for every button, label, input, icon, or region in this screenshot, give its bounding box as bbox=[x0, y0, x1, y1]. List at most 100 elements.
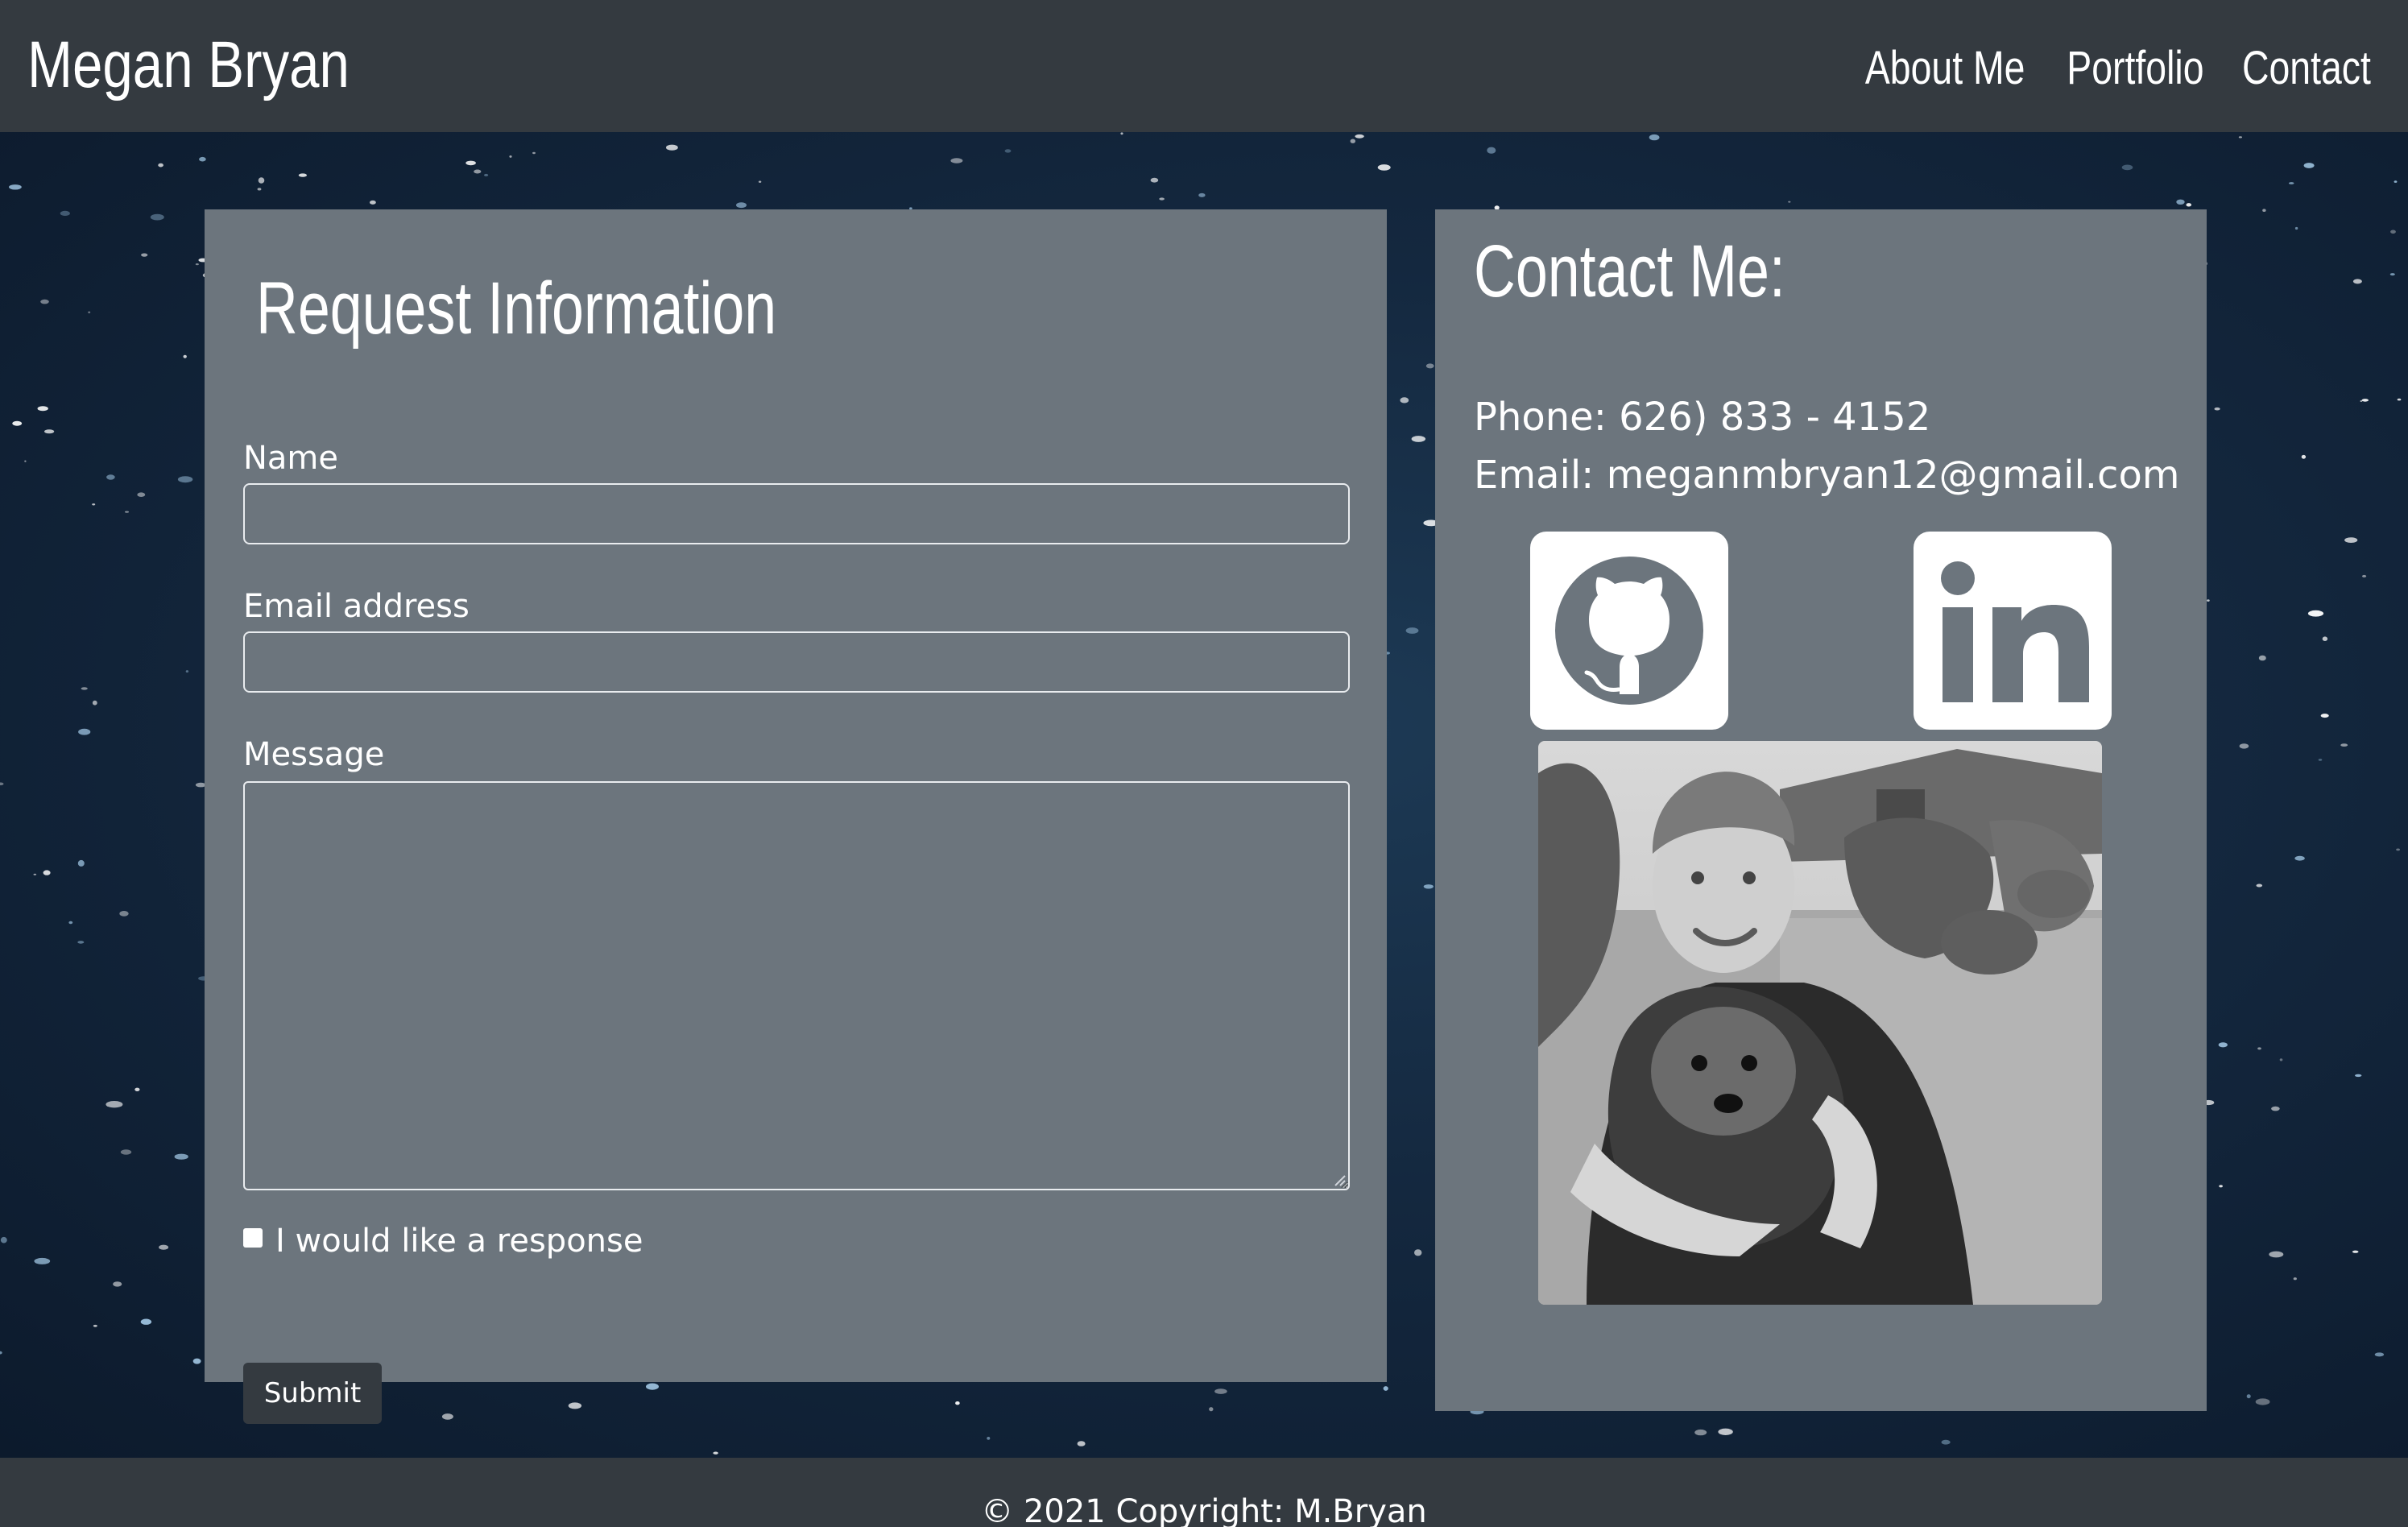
star bbox=[987, 1437, 991, 1440]
contact-email[interactable]: Email: meganmbryan12@gmail.com bbox=[1474, 453, 2180, 498]
email-input[interactable] bbox=[243, 631, 1350, 693]
message-label: Message bbox=[243, 736, 385, 773]
star bbox=[2257, 1047, 2261, 1050]
star bbox=[158, 163, 163, 168]
star bbox=[140, 1318, 152, 1325]
star bbox=[2318, 759, 2323, 761]
star bbox=[2344, 537, 2358, 543]
star bbox=[1355, 134, 1364, 139]
star bbox=[177, 476, 193, 483]
message-textarea[interactable] bbox=[243, 781, 1350, 1190]
star bbox=[0, 1236, 7, 1244]
star bbox=[119, 911, 129, 917]
nav-contact[interactable]: Contact bbox=[2242, 41, 2371, 95]
star bbox=[1425, 363, 1434, 369]
form-title: Request Information bbox=[256, 267, 777, 350]
star bbox=[509, 155, 512, 158]
star bbox=[474, 169, 482, 174]
nav-about-me[interactable]: About Me bbox=[1865, 41, 2025, 95]
star bbox=[1377, 164, 1391, 171]
linkedin-link[interactable] bbox=[1914, 532, 2112, 730]
star bbox=[2288, 182, 2294, 184]
star bbox=[92, 503, 96, 506]
star bbox=[2303, 163, 2315, 168]
star bbox=[646, 1383, 659, 1390]
star bbox=[68, 921, 73, 925]
star bbox=[174, 1153, 188, 1160]
star bbox=[34, 1257, 51, 1264]
star bbox=[1159, 197, 1165, 201]
response-checkbox-label: I would like a response bbox=[275, 1223, 643, 1260]
star bbox=[43, 870, 51, 875]
star bbox=[2294, 226, 2298, 230]
star bbox=[2214, 407, 2220, 411]
star bbox=[2361, 399, 2369, 402]
star bbox=[2121, 164, 2133, 171]
star bbox=[2397, 398, 2402, 401]
star bbox=[2258, 655, 2266, 661]
star bbox=[2352, 1250, 2359, 1253]
star bbox=[1004, 149, 1012, 153]
star bbox=[106, 474, 115, 480]
star bbox=[441, 1413, 453, 1420]
contact-card: Contact Me: Phone: 626) 833 - 4152 Email… bbox=[1435, 209, 2207, 1411]
star bbox=[2294, 855, 2305, 861]
star bbox=[1405, 627, 1419, 634]
footer-copyright: © 2021 Copyright: M.Bryan bbox=[981, 1493, 1427, 1527]
github-link[interactable] bbox=[1530, 532, 1728, 730]
star bbox=[192, 1358, 201, 1364]
star bbox=[9, 184, 22, 190]
star bbox=[2207, 599, 2210, 602]
star bbox=[258, 177, 265, 184]
star bbox=[1941, 1439, 1951, 1445]
star bbox=[298, 173, 307, 177]
star bbox=[78, 728, 91, 735]
star bbox=[2374, 1352, 2385, 1357]
star bbox=[1411, 436, 1426, 442]
star bbox=[713, 1451, 718, 1455]
star bbox=[77, 859, 85, 867]
star bbox=[2186, 203, 2192, 207]
star bbox=[199, 156, 206, 162]
star bbox=[1400, 397, 1409, 403]
star bbox=[2340, 743, 2348, 747]
star bbox=[2389, 273, 2395, 276]
navbar: Megan Bryan About Me Portfolio Contact bbox=[0, 0, 2408, 132]
email-label: Email address bbox=[243, 588, 470, 625]
name-input[interactable] bbox=[243, 483, 1350, 544]
star bbox=[2271, 1106, 2280, 1111]
submit-button[interactable]: Submit bbox=[243, 1363, 382, 1424]
star bbox=[125, 511, 129, 513]
response-checkbox-row[interactable]: I would like a response bbox=[243, 1223, 643, 1260]
star bbox=[2301, 454, 2307, 459]
star bbox=[113, 1281, 122, 1287]
starry-background: Request Information Name Email address M… bbox=[0, 132, 2408, 1458]
star bbox=[24, 460, 27, 462]
star bbox=[44, 429, 55, 434]
star bbox=[141, 253, 148, 257]
star bbox=[1150, 177, 1159, 183]
response-checkbox[interactable] bbox=[243, 1228, 263, 1248]
nav-portfolio[interactable]: Portfolio bbox=[2067, 41, 2204, 95]
star bbox=[465, 160, 476, 166]
profile-photo bbox=[1538, 741, 2102, 1305]
star bbox=[2293, 1277, 2297, 1281]
star bbox=[60, 210, 70, 216]
star bbox=[2219, 1185, 2223, 1188]
star bbox=[37, 406, 48, 412]
star bbox=[568, 1402, 582, 1409]
star bbox=[2269, 1251, 2284, 1258]
star bbox=[2262, 209, 2266, 212]
star bbox=[1383, 1386, 1388, 1391]
star bbox=[183, 354, 187, 358]
star bbox=[134, 1087, 140, 1092]
star bbox=[1718, 1428, 1733, 1436]
star bbox=[88, 311, 91, 314]
star bbox=[2352, 279, 2362, 284]
star bbox=[195, 263, 199, 266]
profile-photo-illustration bbox=[1538, 741, 2102, 1305]
star bbox=[2362, 574, 2367, 577]
brand-name[interactable]: Megan Bryan bbox=[27, 21, 350, 110]
star bbox=[736, 202, 747, 209]
star bbox=[2322, 636, 2328, 641]
